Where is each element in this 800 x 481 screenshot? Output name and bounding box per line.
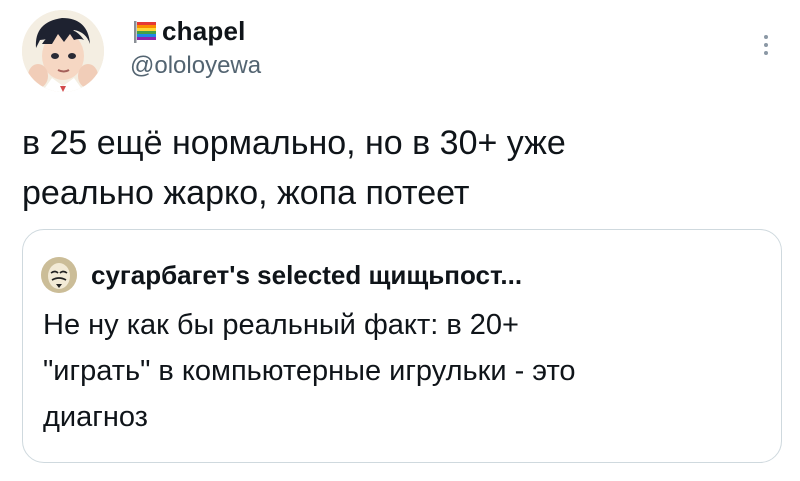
dot [764, 51, 768, 55]
author-handle[interactable]: @ololoyewa [130, 52, 261, 80]
dot [764, 35, 768, 39]
dot [764, 43, 768, 47]
masked-face-avatar-icon [41, 257, 77, 293]
anime-character-avatar-icon [22, 10, 104, 92]
author-avatar[interactable] [22, 10, 104, 92]
quoted-tweet[interactable]: сугарбагет's selected щищьпост... Не ну … [22, 229, 782, 463]
quoted-author-name: сугарбагет's selected щищьпост... [91, 260, 523, 290]
more-options-icon[interactable] [756, 30, 776, 60]
tweet-card: chapel @ololoyewa в 25 ещё нормально, но… [0, 0, 800, 481]
rainbow-flag-icon [134, 21, 156, 43]
quoted-author-avatar [41, 257, 77, 293]
author-display-name: chapel [162, 15, 246, 46]
author-name-row[interactable]: chapel [130, 16, 246, 46]
quoted-tweet-text: Не ну как бы реальный факт: в 20+ "играт… [43, 309, 576, 433]
tweet-text: в 25 ещё нормально, но в 30+ уже реально… [22, 124, 566, 212]
